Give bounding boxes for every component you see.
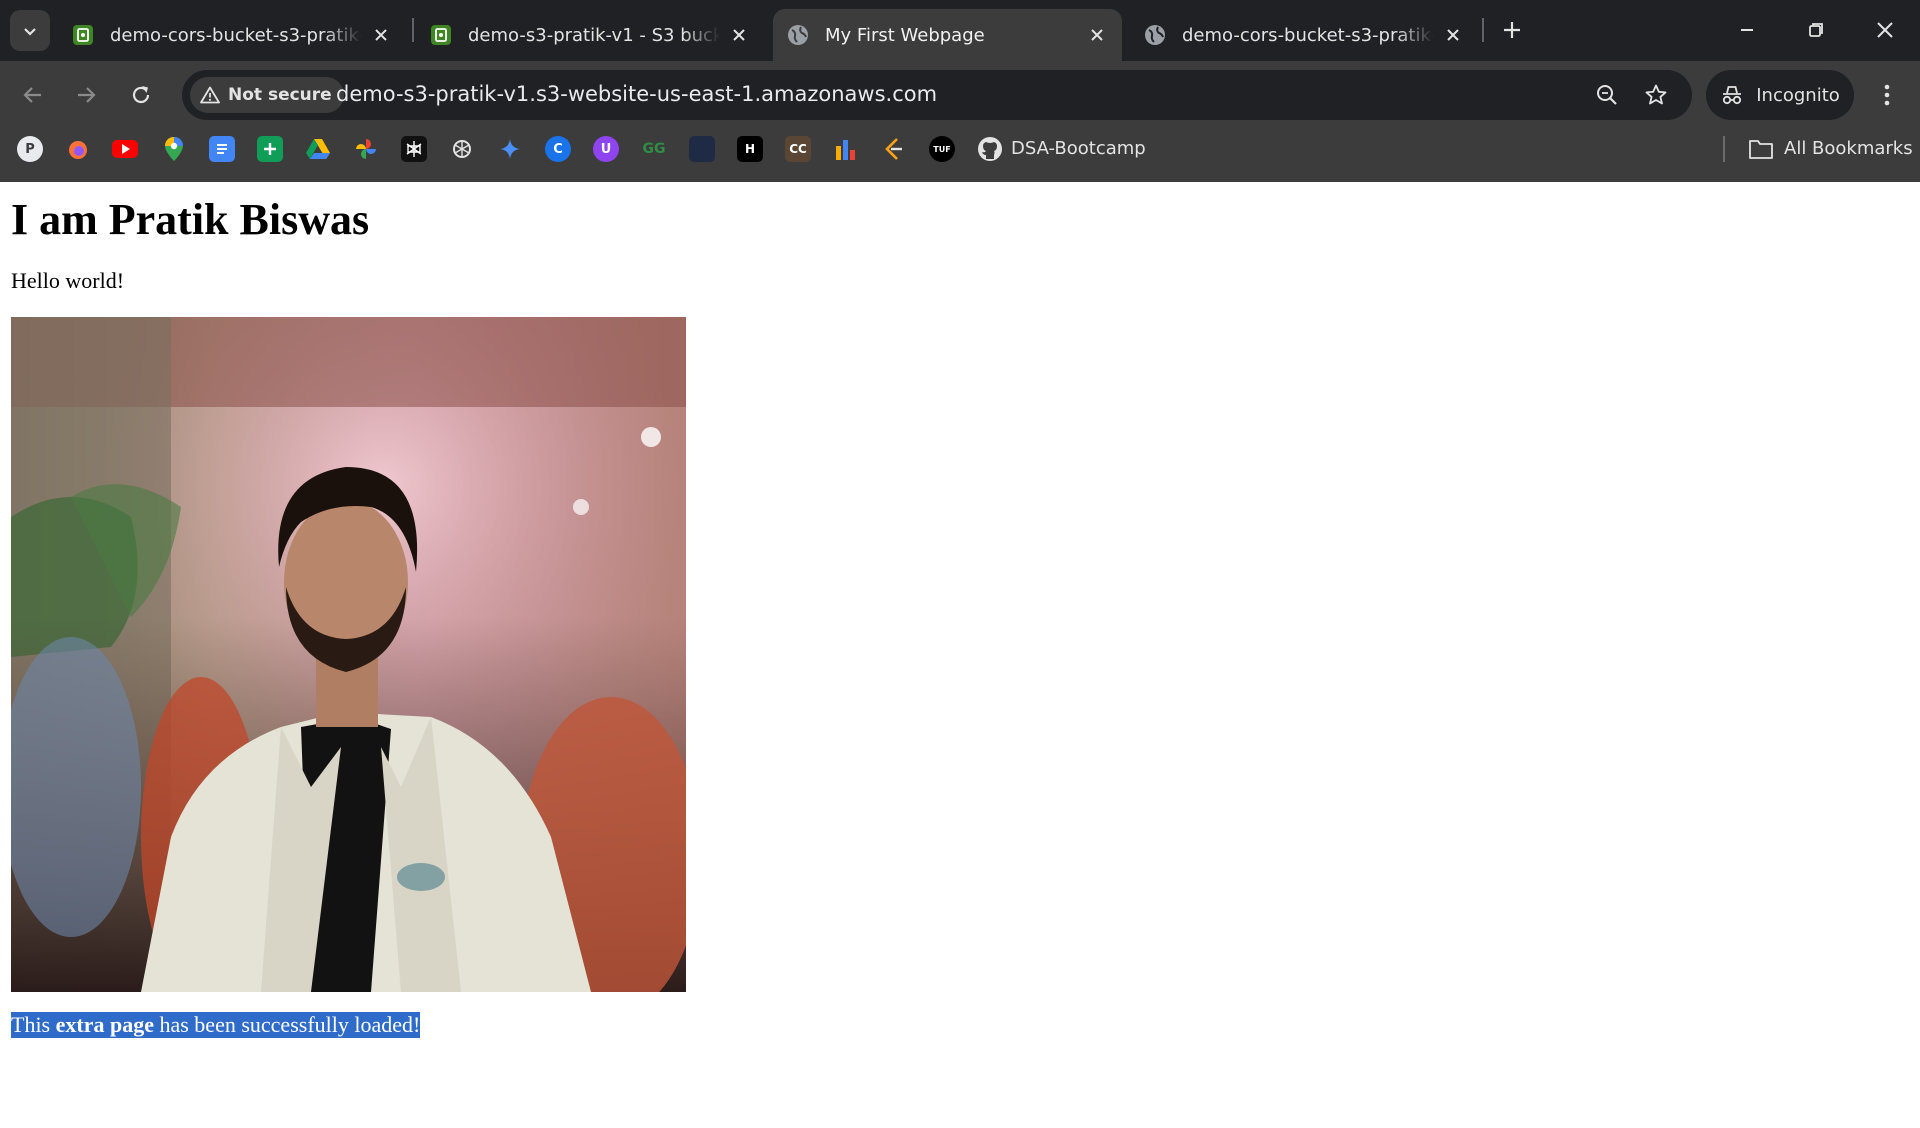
restore-icon xyxy=(1809,23,1823,37)
forward-button[interactable] xyxy=(69,78,103,112)
profile-label: Incognito xyxy=(1756,84,1840,106)
bookmark-star-button[interactable] xyxy=(1641,80,1671,110)
close-icon xyxy=(1877,22,1893,38)
chevron-down-icon xyxy=(24,27,36,36)
chart-bars-icon[interactable] xyxy=(833,136,859,162)
tab-divider xyxy=(412,18,414,42)
tab-4[interactable]: demo-cors-bucket-s3-pratik-v2 xyxy=(1130,9,1478,61)
u-icon[interactable]: U xyxy=(593,136,619,162)
youtube-icon[interactable] xyxy=(112,136,138,162)
codechef-icon[interactable]: CC xyxy=(785,136,811,162)
restore-button[interactable] xyxy=(1793,8,1839,52)
drive-icon[interactable] xyxy=(305,136,331,162)
greeting-text: Hello world! xyxy=(11,268,125,293)
photos-icon[interactable] xyxy=(353,136,379,162)
github-icon[interactable] xyxy=(977,136,1003,162)
chatgpt-icon[interactable] xyxy=(449,136,475,162)
browser-menu-button[interactable] xyxy=(1872,80,1902,110)
tab-title: demo-cors-bucket-s3-pratik-v2 xyxy=(1182,24,1434,46)
reload-button[interactable] xyxy=(124,78,158,112)
portrait-photo xyxy=(11,317,686,992)
zoom-button[interactable] xyxy=(1592,80,1622,110)
globe-icon xyxy=(787,24,809,46)
perplexity-icon[interactable] xyxy=(401,136,427,162)
dark-square-icon[interactable] xyxy=(689,136,715,162)
c-icon[interactable]: C xyxy=(545,136,571,162)
reload-icon xyxy=(132,86,150,104)
s3-bucket-icon xyxy=(72,24,94,46)
tab-title: demo-cors-bucket-s3-pratik-v2 xyxy=(110,24,362,46)
sheets-icon[interactable] xyxy=(257,136,283,162)
page-heading: I am Pratik Biswas xyxy=(11,195,370,244)
tab-search-button[interactable] xyxy=(10,10,50,51)
maps-icon[interactable] xyxy=(161,136,187,162)
arrow-left-icon xyxy=(23,87,41,103)
all-bookmarks-label[interactable]: All Bookmarks xyxy=(1784,138,1913,159)
new-tab-button[interactable] xyxy=(1496,14,1528,46)
globe-icon xyxy=(1144,24,1166,46)
status-text-before: This xyxy=(11,1012,56,1037)
close-icon[interactable] xyxy=(1086,24,1108,46)
star-icon xyxy=(1645,84,1667,105)
page-content: I am Pratik Biswas Hello world! This ext… xyxy=(11,182,1911,1122)
back-button[interactable] xyxy=(16,78,50,112)
arrow-right-icon xyxy=(78,87,96,103)
gfg-icon[interactable]: GG xyxy=(641,136,667,162)
s3-bucket-icon xyxy=(430,24,452,46)
tab-title: demo-s3-pratik-v1 - S3 bucket xyxy=(468,24,720,46)
leetcode-icon[interactable] xyxy=(881,136,907,162)
incognito-icon xyxy=(1723,86,1742,105)
site-info-chip[interactable]: Not secure xyxy=(190,77,344,113)
gemini-icon[interactable] xyxy=(497,136,523,162)
tab-title: My First Webpage xyxy=(825,24,985,46)
hackerrank-icon[interactable]: H xyxy=(737,136,763,162)
tab-divider xyxy=(1482,18,1484,42)
tab-strip: demo-cors-bucket-s3-pratik-v2 demo-s3-pr… xyxy=(0,0,1920,61)
docs-icon[interactable] xyxy=(209,136,235,162)
address-bar[interactable]: Not secure demo-s3-pratik-v1.s3-website-… xyxy=(182,70,1692,120)
close-icon[interactable] xyxy=(728,24,750,46)
firefox-icon[interactable] xyxy=(65,136,91,162)
minimize-button[interactable] xyxy=(1724,8,1770,52)
browser-chrome: demo-cors-bucket-s3-pratik-v2 demo-s3-pr… xyxy=(0,0,1920,182)
bookmark-github-label[interactable]: DSA-Bootcamp xyxy=(1011,138,1146,159)
zoom-icon xyxy=(1597,85,1617,105)
close-icon[interactable] xyxy=(1442,24,1464,46)
security-label: Not secure xyxy=(228,85,332,105)
folder-icon[interactable] xyxy=(1748,136,1774,162)
tab-1[interactable]: demo-cors-bucket-s3-pratik-v2 xyxy=(58,9,406,61)
close-icon[interactable] xyxy=(370,24,392,46)
plus-icon xyxy=(1504,22,1520,38)
close-window-button[interactable] xyxy=(1862,8,1908,52)
status-text: This extra page has been successfully lo… xyxy=(11,1012,421,1038)
incognito-profile-button[interactable]: Incognito xyxy=(1706,70,1854,120)
status-text-bold: extra page xyxy=(55,1012,154,1037)
url-text[interactable]: demo-s3-pratik-v1.s3-website-us-east-1.a… xyxy=(336,82,937,106)
warning-icon xyxy=(200,86,220,104)
more-vert-icon xyxy=(1884,84,1890,106)
tuf-icon[interactable]: TUF xyxy=(929,136,955,162)
status-text-after: has been successfully loaded! xyxy=(153,1012,421,1037)
tab-2[interactable]: demo-s3-pratik-v1 - S3 bucket xyxy=(416,9,764,61)
minimize-icon xyxy=(1741,29,1753,31)
bookmarks-divider xyxy=(1723,136,1725,162)
tab-3-active[interactable]: My First Webpage xyxy=(773,9,1122,61)
p-icon[interactable]: P xyxy=(17,136,43,162)
